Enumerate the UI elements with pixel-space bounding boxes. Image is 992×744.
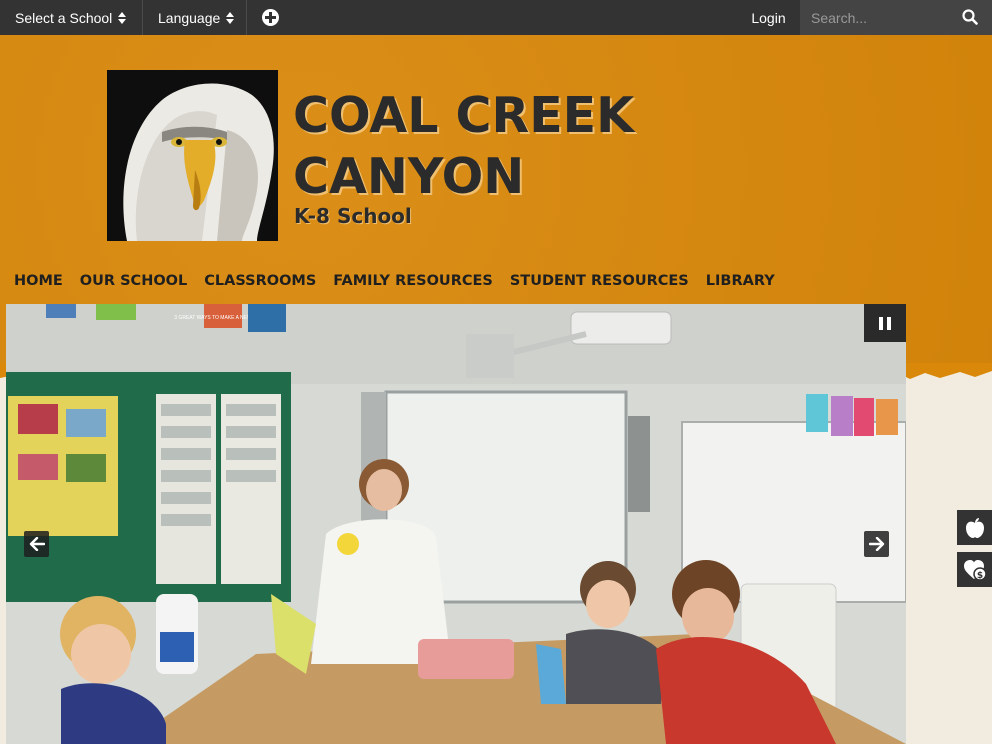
pause-icon: [879, 316, 883, 330]
add-button[interactable]: [247, 0, 293, 35]
language-label: Language: [158, 9, 221, 26]
nav-our-school[interactable]: OUR SCHOOL: [80, 271, 187, 291]
main-nav: HOME OUR SCHOOL CLASSROOMS FAMILY RESOUR…: [0, 271, 778, 291]
apple-quicklink-button[interactable]: [957, 510, 992, 545]
apple-icon: [965, 517, 984, 538]
language-dropdown[interactable]: Language: [143, 0, 247, 35]
pause-icon: [887, 316, 891, 330]
school-title-line2: CANYON: [293, 148, 525, 205]
sort-icon: [118, 11, 127, 24]
select-school-label: Select a School: [15, 9, 113, 26]
classroom-photo: 3 GREAT WAYS TO MAKE A NEW FRIEND: [6, 304, 906, 744]
nav-student-resources[interactable]: STUDENT RESOURCES: [510, 271, 689, 291]
previous-slide-button[interactable]: [24, 531, 49, 557]
arrow-left-icon: [29, 537, 45, 551]
arrow-right-icon: [868, 537, 884, 551]
nav-home[interactable]: HOME: [14, 271, 63, 291]
sort-icon: [226, 11, 235, 24]
nav-family-resources[interactable]: FAMILY RESOURCES: [333, 271, 493, 291]
school-title-line1: COAL CREEK: [293, 87, 635, 144]
select-school-dropdown[interactable]: Select a School: [0, 0, 143, 35]
school-subtitle: K-8 School: [294, 204, 412, 228]
heart-dollar-icon: $: [963, 559, 987, 581]
school-title[interactable]: COAL CREEK CANYON: [293, 85, 634, 207]
hero-slideshow-image: 3 GREAT WAYS TO MAKE A NEW FRIEND: [6, 304, 906, 744]
dollar-badge: $: [976, 571, 982, 581]
pause-button[interactable]: [864, 304, 906, 342]
search-input[interactable]: [800, 1, 961, 34]
eagle-icon: [107, 70, 278, 241]
donate-quicklink-button[interactable]: $: [957, 552, 992, 587]
eagle-logo[interactable]: [107, 70, 278, 241]
login-link[interactable]: Login: [737, 0, 800, 35]
search-icon[interactable]: [962, 9, 978, 25]
plus-circle-icon: [261, 9, 279, 26]
next-slide-button[interactable]: [864, 531, 889, 557]
nav-library[interactable]: LIBRARY: [706, 271, 775, 291]
top-utility-bar: Select a School Language Login: [0, 0, 992, 35]
search-box: [800, 0, 992, 35]
nav-classrooms[interactable]: CLASSROOMS: [204, 271, 316, 291]
